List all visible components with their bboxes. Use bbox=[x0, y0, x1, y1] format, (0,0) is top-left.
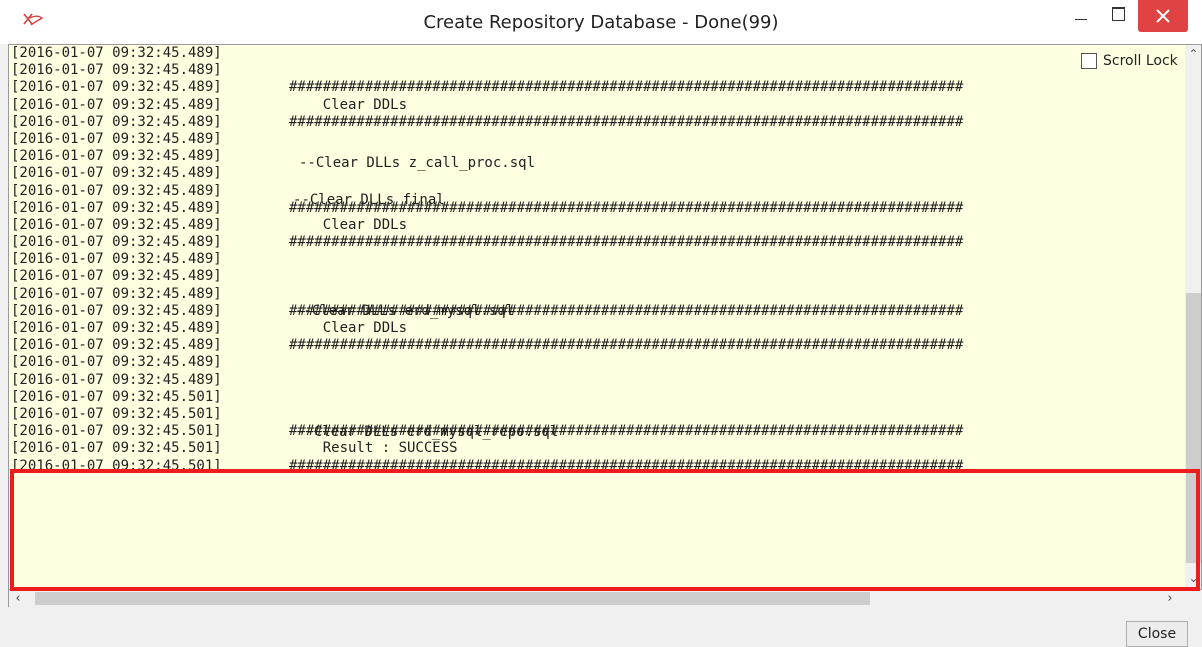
log-extra-line: --Clear DLLs erd_mysql_repo.sql bbox=[297, 424, 559, 440]
log-timestamp: [2016-01-07 09:32:45.489] bbox=[11, 182, 222, 199]
close-button[interactable]: Close bbox=[1126, 621, 1188, 647]
log-line: [2016-01-07 09:32:45.489] bbox=[11, 354, 285, 371]
log-timestamp: [2016-01-07 09:32:45.489] bbox=[11, 79, 222, 96]
log-timestamp: [2016-01-07 09:32:45.489] bbox=[11, 285, 222, 302]
log-message: Result : SUCCESS bbox=[289, 440, 458, 457]
close-icon bbox=[1156, 9, 1170, 23]
log-timestamp: [2016-01-07 09:32:45.489] bbox=[11, 268, 222, 285]
log-line: [2016-01-07 09:32:45.489] ###############… bbox=[11, 113, 963, 131]
log-line: [2016-01-07 09:32:45.489] bbox=[11, 251, 285, 268]
log-line: [2016-01-07 09:32:45.501] bbox=[11, 389, 285, 406]
scroll-right-icon[interactable]: › bbox=[1161, 590, 1179, 607]
log-line: [2016-01-07 09:32:45.489] bbox=[11, 62, 285, 79]
log-line: [2016-01-07 09:32:45.489] bbox=[11, 183, 285, 200]
log-message: ########################################… bbox=[289, 79, 964, 96]
window-title: Create Repository Database - Done(99) bbox=[423, 12, 779, 33]
log-line: [2016-01-07 09:32:45.489] Clear DDLs bbox=[11, 96, 407, 114]
log-timestamp: [2016-01-07 09:32:45.489] bbox=[11, 251, 222, 268]
scroll-up-icon[interactable]: ⌃ bbox=[1185, 45, 1201, 63]
log-timestamp: [2016-01-07 09:32:45.501] bbox=[11, 405, 222, 422]
log-line: [2016-01-07 09:32:45.489] bbox=[11, 148, 285, 165]
log-lines: [2016-01-07 09:32:45.489] [2016-01-07 09:… bbox=[11, 45, 963, 475]
log-line: [2016-01-07 09:32:45.489] bbox=[11, 286, 285, 303]
scroll-left-icon[interactable]: ‹ bbox=[9, 590, 27, 607]
log-timestamp: [2016-01-07 09:32:45.489] bbox=[11, 96, 222, 113]
scroll-lock-label: Scroll Lock bbox=[1103, 53, 1178, 69]
log-timestamp: [2016-01-07 09:32:45.489] bbox=[11, 354, 222, 371]
log-timestamp: [2016-01-07 09:32:45.489] bbox=[11, 199, 222, 216]
log-message: Clear DDLs bbox=[289, 96, 408, 113]
log-line: [2016-01-07 09:32:45.489] Clear DDLs bbox=[11, 216, 407, 234]
log-line: [2016-01-07 09:32:45.489] ###############… bbox=[11, 302, 963, 320]
log-timestamp: [2016-01-07 09:32:45.489] bbox=[11, 371, 222, 388]
log-message: Clear DDLs bbox=[289, 216, 408, 233]
minimize-button[interactable] bbox=[1064, 0, 1098, 36]
log-message: ########################################… bbox=[289, 113, 964, 130]
checkbox-icon[interactable] bbox=[1081, 53, 1097, 69]
log-timestamp: [2016-01-07 09:32:45.489] bbox=[11, 148, 222, 165]
log-line: [2016-01-07 09:32:45.501] ###############… bbox=[11, 423, 963, 440]
log-timestamp: [2016-01-07 09:32:45.489] bbox=[11, 234, 222, 251]
log-line: [2016-01-07 09:32:45.489] bbox=[11, 268, 285, 285]
scroll-lock-checkbox[interactable]: Scroll Lock bbox=[1079, 50, 1182, 72]
log-timestamp: [2016-01-07 09:32:45.489] bbox=[11, 302, 222, 319]
log-line: [2016-01-07 09:32:45.489] ###############… bbox=[11, 79, 963, 96]
window-close-button[interactable] bbox=[1138, 0, 1188, 32]
title-bar: Create Repository Database - Done(99) bbox=[0, 0, 1202, 44]
log-extra-line: --Clear DLLs final bbox=[293, 192, 445, 208]
log-timestamp: [2016-01-07 09:32:45.489] bbox=[11, 130, 222, 147]
result-highlight-box bbox=[10, 469, 1200, 591]
log-timestamp: [2016-01-07 09:32:45.489] bbox=[11, 62, 222, 79]
log-message: ########################################… bbox=[289, 337, 964, 354]
log-timestamp: [2016-01-07 09:32:45.489] bbox=[11, 165, 222, 182]
horizontal-scroll-thumb[interactable] bbox=[35, 592, 870, 605]
log-timestamp: [2016-01-07 09:32:45.489] bbox=[11, 113, 222, 130]
log-timestamp: [2016-01-07 09:32:45.501] bbox=[11, 440, 222, 457]
log-line: [2016-01-07 09:32:45.489] bbox=[11, 372, 285, 389]
log-line: [2016-01-07 09:32:45.489] ###############… bbox=[11, 337, 963, 354]
maximize-button[interactable] bbox=[1100, 0, 1136, 36]
log-timestamp: [2016-01-07 09:32:45.489] bbox=[11, 337, 222, 354]
log-line: [2016-01-07 09:32:45.489] bbox=[11, 131, 285, 148]
log-timestamp: [2016-01-07 09:32:45.501] bbox=[11, 423, 222, 440]
log-timestamp: [2016-01-07 09:32:45.489] bbox=[11, 216, 222, 233]
log-message: Clear DDLs bbox=[289, 320, 408, 336]
log-line: [2016-01-07 09:32:45.489] ###############… bbox=[11, 199, 963, 217]
log-line: [2016-01-07 09:32:45.489] ###############… bbox=[11, 234, 963, 251]
log-line: [2016-01-07 09:32:45.501] Result : SUCCE… bbox=[11, 440, 458, 457]
log-line: [2016-01-07 09:32:45.501] bbox=[11, 406, 285, 423]
log-timestamp: [2016-01-07 09:32:45.489] bbox=[11, 45, 222, 61]
horizontal-scrollbar[interactable]: ‹ › bbox=[8, 590, 1202, 607]
log-message: ########################################… bbox=[289, 234, 964, 251]
log-timestamp: [2016-01-07 09:32:45.501] bbox=[11, 388, 222, 405]
log-timestamp: [2016-01-07 09:32:45.489] bbox=[11, 320, 222, 336]
log-line: [2016-01-07 09:32:45.489] Clear DDLs bbox=[11, 320, 407, 337]
log-extra-line: --Clear DLLs erd_mysql.sql bbox=[295, 303, 515, 319]
log-line: [2016-01-07 09:32:45.489] bbox=[11, 165, 285, 182]
log-line: [2016-01-07 09:32:45.489] bbox=[11, 45, 285, 62]
log-extra-line: --Clear DLLs z_call_proc.sql bbox=[299, 155, 536, 171]
